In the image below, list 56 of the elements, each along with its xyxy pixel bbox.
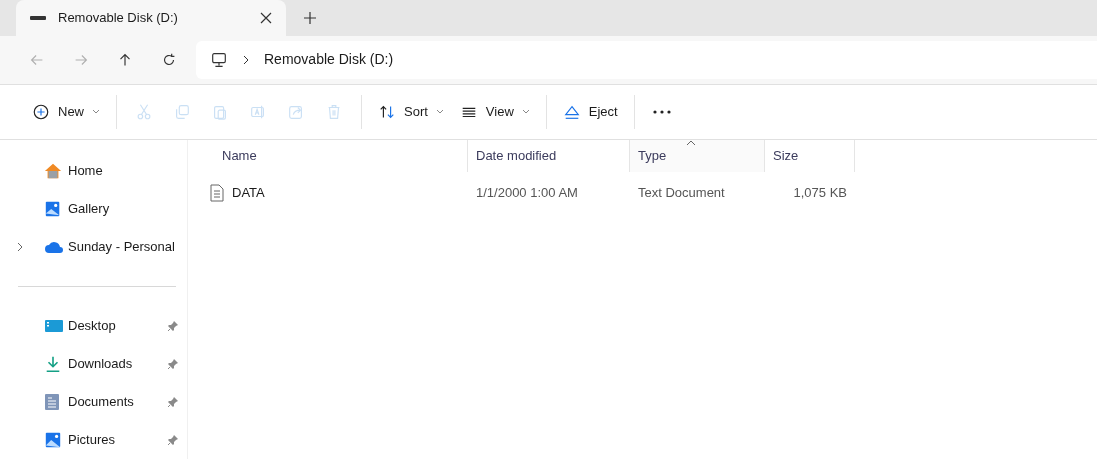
- sidebar-label: Downloads: [68, 355, 134, 374]
- sort-button[interactable]: Sort: [370, 94, 452, 129]
- sidebar-item[interactable]: Home: [16, 152, 187, 190]
- new-tab-icon[interactable]: [304, 12, 316, 24]
- drive-icon: [30, 15, 46, 21]
- computer-icon: [210, 50, 228, 69]
- download-icon: [44, 355, 62, 373]
- sidebar-item[interactable]: Pictures: [16, 421, 187, 459]
- sidebar-label: Pictures: [68, 431, 116, 450]
- sidebar-label: Sunday - Personal: [68, 238, 176, 257]
- type-cell-text: Text Document: [637, 184, 726, 203]
- new-button[interactable]: New: [24, 94, 108, 129]
- sidebar-item[interactable]: Documents: [16, 383, 187, 421]
- size-cell-text: 1,075 KB: [792, 184, 848, 203]
- document-icon: [44, 393, 60, 411]
- address-bar[interactable]: Removable Disk (D:): [196, 40, 1097, 79]
- dropdown-caret-icon: [92, 108, 100, 115]
- gallery-icon: [44, 200, 62, 218]
- tab-label: Removable Disk (D:): [58, 9, 179, 28]
- eject-button[interactable]: Eject: [554, 94, 626, 129]
- sidebar-label: Home: [68, 162, 104, 181]
- tab[interactable]: Removable Disk (D:): [16, 0, 286, 36]
- sidebar-label: Documents: [68, 393, 135, 412]
- cloud-icon: [44, 240, 64, 254]
- dropdown-caret-icon: [521, 108, 530, 115]
- chevron-icon: [242, 54, 250, 65]
- sidebar-label: Gallery: [68, 200, 111, 219]
- view-button[interactable]: View: [451, 94, 538, 129]
- text-file-icon: [210, 184, 224, 202]
- pin-icon[interactable]: [167, 396, 179, 408]
- pin-icon[interactable]: [167, 320, 179, 332]
- breadcrumb[interactable]: Removable Disk (D:): [264, 49, 394, 71]
- column-header[interactable]: Type: [630, 140, 765, 172]
- sidebar-item[interactable]: Sunday - Personal: [16, 228, 187, 266]
- sort-caret-icon: [686, 140, 696, 146]
- file-row[interactable]: DATA 1/1/2000 1:00 AM Text Document 1,075 KB: [188, 178, 1097, 208]
- pin-icon[interactable]: [167, 358, 179, 370]
- dropdown-caret-icon: [435, 108, 444, 115]
- date-cell-text: 1/1/2000 1:00 AM: [475, 184, 579, 203]
- file-name: DATA: [232, 184, 265, 203]
- pictures-icon: [44, 431, 62, 449]
- column-header[interactable]: Name: [188, 140, 468, 172]
- copy-icon: [173, 102, 191, 121]
- pin-icon[interactable]: [167, 434, 179, 446]
- scissors-icon: [135, 102, 153, 121]
- sidebar-label: Desktop: [68, 317, 117, 336]
- column-header[interactable]: Size: [765, 140, 855, 172]
- sidebar-item[interactable]: Gallery: [16, 190, 187, 228]
- expand-chevron-icon[interactable]: [16, 242, 24, 252]
- sidebar-item[interactable]: Downloads: [16, 345, 187, 383]
- add-icon: [32, 102, 50, 121]
- home-icon: [44, 162, 62, 180]
- close-icon[interactable]: [260, 12, 272, 24]
- more-icon: [652, 109, 671, 114]
- desktop-icon: [44, 318, 64, 334]
- sidebar-item[interactable]: Desktop: [16, 307, 187, 345]
